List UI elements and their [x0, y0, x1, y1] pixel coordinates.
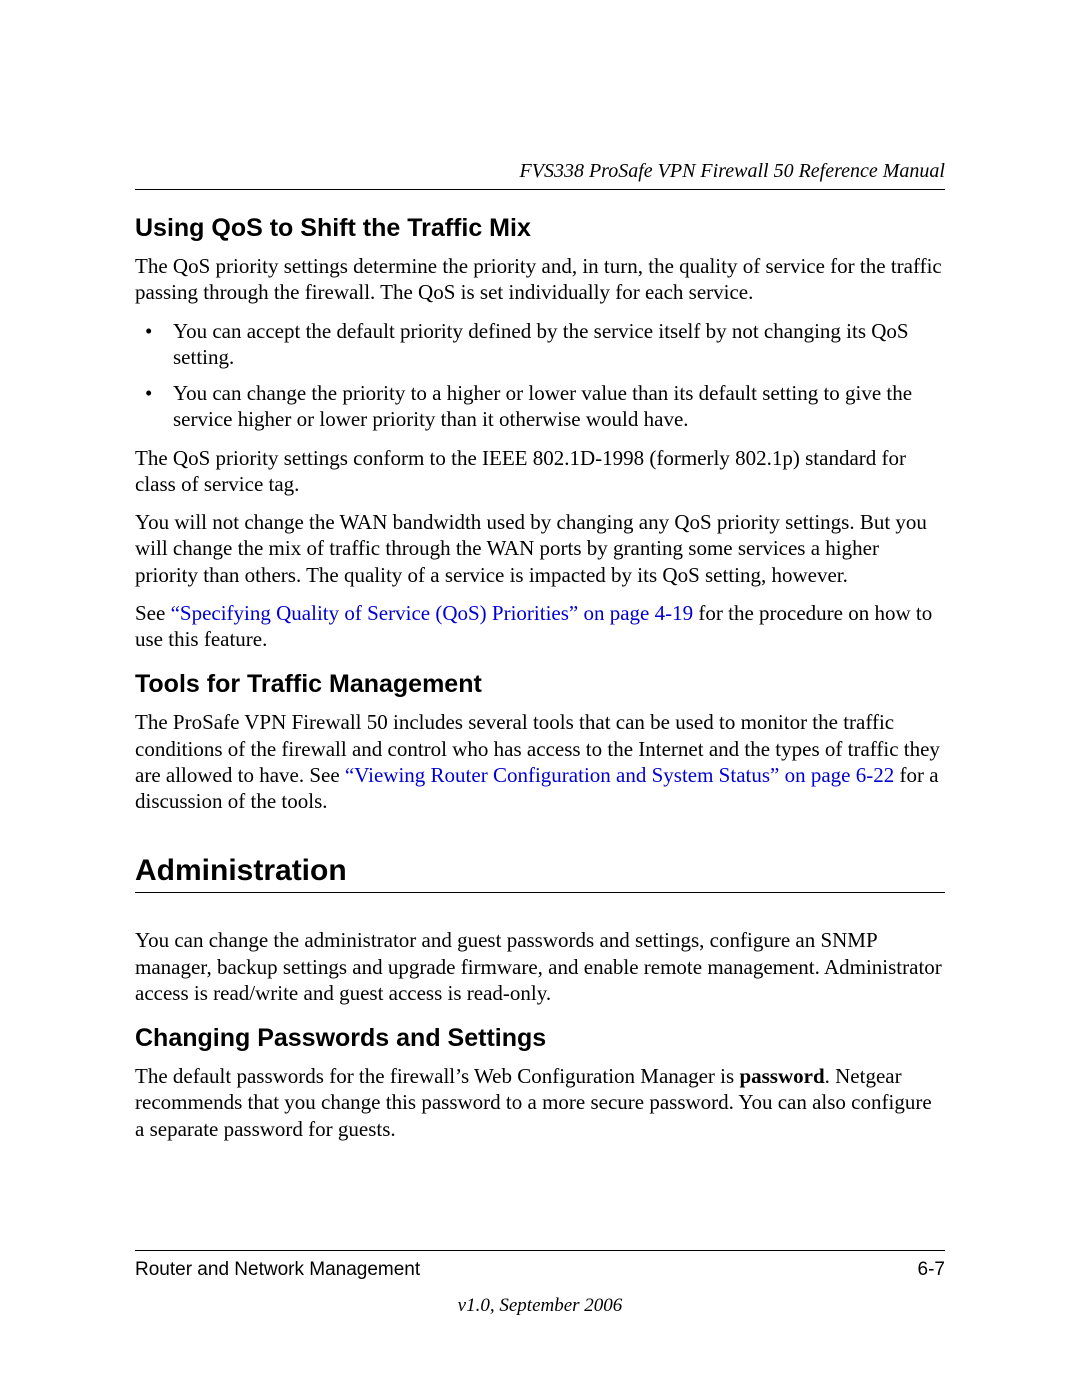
section-rule: [135, 892, 945, 893]
footer-rule: [135, 1250, 945, 1251]
qos-mix: You will not change the WAN bandwidth us…: [135, 509, 945, 588]
footer-row: Router and Network Management 6-7: [135, 1259, 945, 1281]
passwords-bold: password: [739, 1064, 824, 1088]
footer-chapter: Router and Network Management: [135, 1259, 420, 1281]
footer-page-number: 6-7: [918, 1259, 945, 1281]
footer-version: v1.0, September 2006: [135, 1295, 945, 1317]
passwords-prefix: The default passwords for the firewall’s…: [135, 1064, 739, 1088]
qos-see: See “Specifying Quality of Service (QoS)…: [135, 600, 945, 653]
heading-tools: Tools for Traffic Management: [135, 670, 945, 699]
qos-conform: The QoS priority settings conform to the…: [135, 445, 945, 498]
qos-bullet-list: You can accept the default priority defi…: [135, 318, 945, 433]
tools-paragraph: The ProSafe VPN Firewall 50 includes sev…: [135, 709, 945, 814]
running-header: FVS338 ProSafe VPN Firewall 50 Reference…: [135, 160, 945, 183]
heading-passwords: Changing Passwords and Settings: [135, 1024, 945, 1053]
list-item: You can change the priority to a higher …: [135, 380, 945, 433]
admin-intro: You can change the administrator and gue…: [135, 927, 945, 1006]
heading-qos: Using QoS to Shift the Traffic Mix: [135, 214, 945, 243]
heading-administration: Administration: [135, 854, 945, 888]
list-item: You can accept the default priority defi…: [135, 318, 945, 371]
document-page: FVS338 ProSafe VPN Firewall 50 Reference…: [0, 0, 1080, 1397]
passwords-paragraph: The default passwords for the firewall’s…: [135, 1063, 945, 1142]
cross-reference-link[interactable]: “Specifying Quality of Service (QoS) Pri…: [171, 601, 694, 625]
header-rule: [135, 189, 945, 190]
page-footer: Router and Network Management 6-7 v1.0, …: [135, 1250, 945, 1317]
qos-see-prefix: See: [135, 601, 171, 625]
qos-intro: The QoS priority settings determine the …: [135, 253, 945, 306]
cross-reference-link[interactable]: “Viewing Router Configuration and System…: [345, 763, 894, 787]
